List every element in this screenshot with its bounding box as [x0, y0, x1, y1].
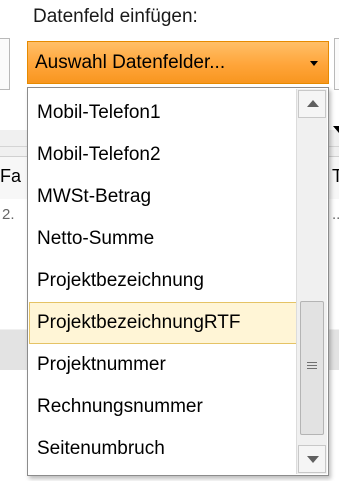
arrow-down-icon: [307, 456, 319, 463]
scroll-up-button[interactable]: [298, 90, 326, 118]
datenfeld-dropdown-list[interactable]: Mobil-Telefon1 Mobil-Telefon2 MWSt-Betra…: [27, 87, 329, 476]
chevron-down-icon[interactable]: [310, 61, 318, 66]
grip-icon: [307, 362, 317, 371]
list-item-projektnummer[interactable]: Projektnummer: [29, 344, 296, 386]
datenfeld-label: Datenfeld einfügen:: [33, 6, 198, 27]
background-column-header-left: Fa: [0, 166, 22, 186]
list-item-mwst-betrag[interactable]: MWSt-Betrag: [29, 176, 296, 218]
background-dropdown-arrow-icon: [333, 126, 339, 133]
background-cell-right: ...: [332, 206, 339, 223]
background-left-control: [0, 38, 10, 90]
list-item-netto-summe[interactable]: Netto-Summe: [29, 218, 296, 260]
background-column-header-right: Ta: [332, 166, 339, 186]
background-right-control: [334, 38, 339, 90]
list-item-mobil-telefon1[interactable]: Mobil-Telefon1: [29, 92, 296, 134]
background-cell-left: 2.: [2, 206, 15, 223]
dropdown-options: Mobil-Telefon1 Mobil-Telefon2 MWSt-Betra…: [29, 92, 299, 470]
combobox-value: Auswahl Datenfelder...: [35, 52, 226, 73]
list-item-projektbezeichnungrtf[interactable]: ProjektbezeichnungRTF: [29, 302, 299, 344]
scroll-down-button[interactable]: [298, 445, 326, 473]
list-item-mobil-telefon2[interactable]: Mobil-Telefon2: [29, 134, 296, 176]
list-item-projektbezeichnung[interactable]: Projektbezeichnung: [29, 260, 296, 302]
list-item-seitenumbruch[interactable]: Seitenumbruch: [29, 428, 296, 470]
datenfeld-combobox[interactable]: Auswahl Datenfelder...: [27, 41, 329, 84]
list-item-rechnungsnummer[interactable]: Rechnungsnummer: [29, 386, 296, 428]
vertical-scrollbar[interactable]: [296, 89, 327, 474]
arrow-up-icon: [307, 100, 319, 107]
scrollbar-thumb[interactable]: [300, 301, 324, 435]
screenshot-stage: Fa 2. Ta ... Datenfeld einfügen: Auswahl…: [0, 0, 339, 481]
